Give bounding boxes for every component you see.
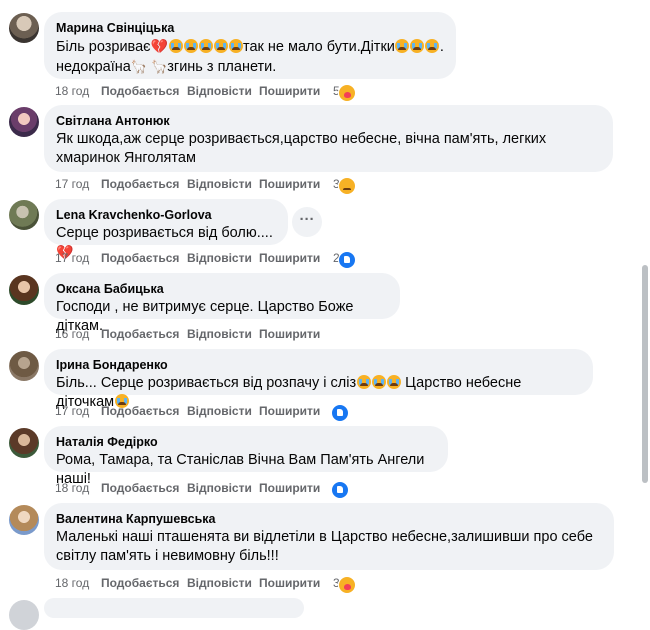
avatar[interactable] — [9, 107, 39, 137]
comment-text-part: Серце розривається від болю.... — [56, 225, 273, 241]
reaction-summary[interactable]: 3 — [333, 177, 356, 195]
reaction-summary[interactable]: 5 — [333, 84, 356, 102]
like-button[interactable]: Подобається — [101, 84, 179, 98]
like-reaction-icon — [337, 251, 356, 269]
comment-author[interactable]: Lena Kravchenko-Gorlova — [56, 207, 276, 223]
crying-face-icon — [183, 39, 198, 53]
scrollbar-thumb[interactable] — [642, 265, 648, 483]
comment-author[interactable]: Світлана Антонюк — [56, 113, 601, 129]
share-button[interactable]: Поширити — [259, 177, 320, 191]
comment-timestamp[interactable]: 17 год — [55, 404, 89, 418]
crying-face-icon — [228, 39, 243, 53]
comment-timestamp[interactable]: 18 год — [55, 481, 89, 495]
crying-face-icon — [386, 375, 401, 389]
share-button[interactable]: Поширити — [259, 481, 320, 495]
reply-button[interactable]: Відповісти — [187, 481, 252, 495]
comment-author[interactable]: Валентина Карпушевська — [56, 511, 602, 527]
sad-reaction-icon — [337, 177, 356, 195]
broken-heart-icon: 💔 — [150, 38, 168, 54]
share-button[interactable]: Поширити — [259, 84, 320, 98]
comment-timestamp[interactable]: 16 год — [55, 327, 89, 341]
comment-timestamp[interactable]: 18 год — [55, 576, 89, 590]
like-button[interactable]: Подобається — [101, 576, 179, 590]
comment-text: Маленькі наші пташенята ви відлетіли в Ц… — [56, 529, 593, 564]
care-reaction-icon — [337, 576, 356, 594]
share-button[interactable]: Поширити — [259, 251, 320, 265]
share-button[interactable]: Поширити — [259, 404, 320, 418]
comment-timestamp[interactable]: 17 год — [55, 251, 89, 265]
comment-text-part: згинь з планети. — [167, 59, 277, 75]
like-button[interactable]: Подобається — [101, 251, 179, 265]
like-reaction-icon — [331, 404, 349, 422]
crying-face-icon — [410, 39, 425, 53]
comment-text-part: Біль... Серце розривається від розпачу і… — [56, 375, 357, 391]
crying-face-icon — [198, 39, 213, 53]
comment-timestamp[interactable]: 18 год — [55, 84, 89, 98]
avatar[interactable] — [9, 275, 39, 305]
avatar[interactable] — [9, 505, 39, 535]
crying-face-icon — [356, 375, 371, 389]
ellipsis-icon[interactable]: ··· — [292, 207, 322, 237]
reply-button[interactable]: Відповісти — [187, 576, 252, 590]
care-reaction-icon — [337, 84, 356, 102]
avatar[interactable] — [9, 351, 39, 381]
comment-text-part: . — [439, 39, 444, 55]
crying-face-icon — [168, 39, 183, 53]
like-button[interactable]: Подобається — [101, 404, 179, 418]
comment-timestamp[interactable]: 17 год — [55, 177, 89, 191]
like-button[interactable]: Подобається — [101, 481, 179, 495]
share-button[interactable]: Поширити — [259, 576, 320, 590]
comment-text: Як шкода,аж серце розривається,царство н… — [56, 131, 547, 166]
avatar[interactable] — [9, 428, 39, 458]
comment-bubble: Світлана Антонюк Як шкода,аж серце розри… — [44, 105, 613, 172]
comment-author[interactable]: Наталія Федірко — [56, 434, 436, 450]
crying-face-icon — [425, 39, 440, 53]
reply-button[interactable]: Відповісти — [187, 327, 252, 341]
reply-button[interactable]: Відповісти — [187, 84, 252, 98]
reply-button[interactable]: Відповісти — [187, 404, 252, 418]
avatar[interactable] — [9, 600, 39, 630]
like-button[interactable]: Подобається — [101, 177, 179, 191]
like-reaction-icon — [331, 481, 349, 499]
reaction-summary[interactable]: 3 — [333, 576, 356, 594]
comment-bubble: Оксана Бабицька Господи , не витримує се… — [44, 273, 400, 334]
comment-author[interactable]: Ірина Бондаренко — [56, 357, 581, 373]
llama-icon: 🦙 — [151, 59, 168, 74]
llama-icon: 🦙 — [130, 59, 148, 74]
comment-text-part: Біль розриває — [56, 39, 151, 55]
like-button[interactable]: Подобається — [101, 327, 179, 341]
comment-text-part: так не мало бути.Дітки — [243, 39, 395, 55]
comment-bubble: Марина Свінціцька Біль розриває💔 так не м… — [44, 12, 456, 79]
comment-bubble: Наталія Федірко Рома, Тамара, та Станісл… — [44, 426, 448, 487]
comment-author[interactable]: Оксана Бабицька — [56, 281, 388, 297]
share-button[interactable]: Поширити — [259, 327, 320, 341]
comment-bubble: Валентина Карпушевська Маленькі наші пта… — [44, 503, 614, 570]
reaction-summary[interactable]: 2 — [333, 251, 356, 269]
crying-face-icon — [213, 39, 228, 53]
comment-author[interactable]: Марина Свінціцька — [56, 20, 444, 36]
reply-button[interactable]: Відповісти — [187, 251, 252, 265]
comment-bubble: Lena Kravchenko-Gorlova Серце розриваєть… — [44, 199, 288, 260]
comment-text: Біль розриває💔 так не мало бути.Дітки. не… — [56, 37, 444, 77]
crying-face-icon — [395, 39, 410, 53]
comment-bubble — [44, 598, 304, 618]
avatar[interactable] — [9, 200, 39, 230]
comment-text-part: недокраїна — [56, 59, 131, 75]
comment-bubble: Ірина Бондаренко Біль... Серце розриваєт… — [44, 349, 593, 410]
reply-button[interactable]: Відповісти — [187, 177, 252, 191]
avatar[interactable] — [9, 13, 39, 43]
crying-face-icon — [371, 375, 386, 389]
